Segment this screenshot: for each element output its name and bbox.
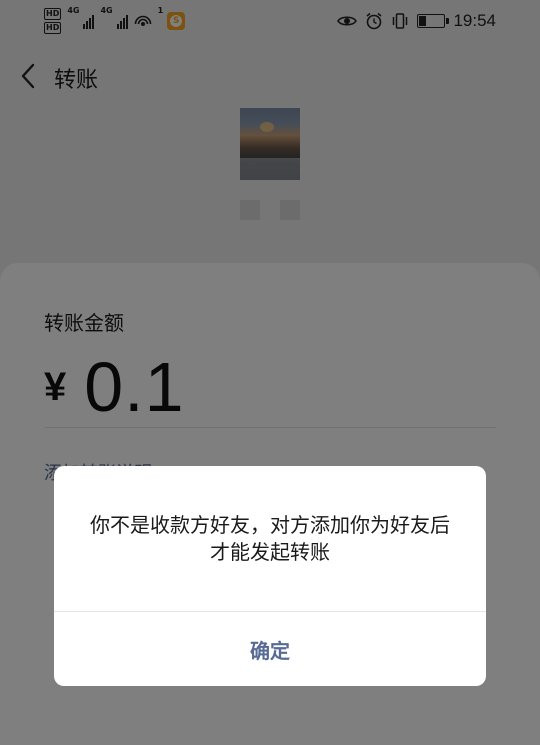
alert-dialog: 你不是收款方好友，对方添加你为好友后才能发起转账 确定: [54, 466, 486, 686]
confirm-button[interactable]: 确定: [54, 612, 486, 686]
dialog-message: 你不是收款方好友，对方添加你为好友后才能发起转账: [90, 513, 450, 564]
